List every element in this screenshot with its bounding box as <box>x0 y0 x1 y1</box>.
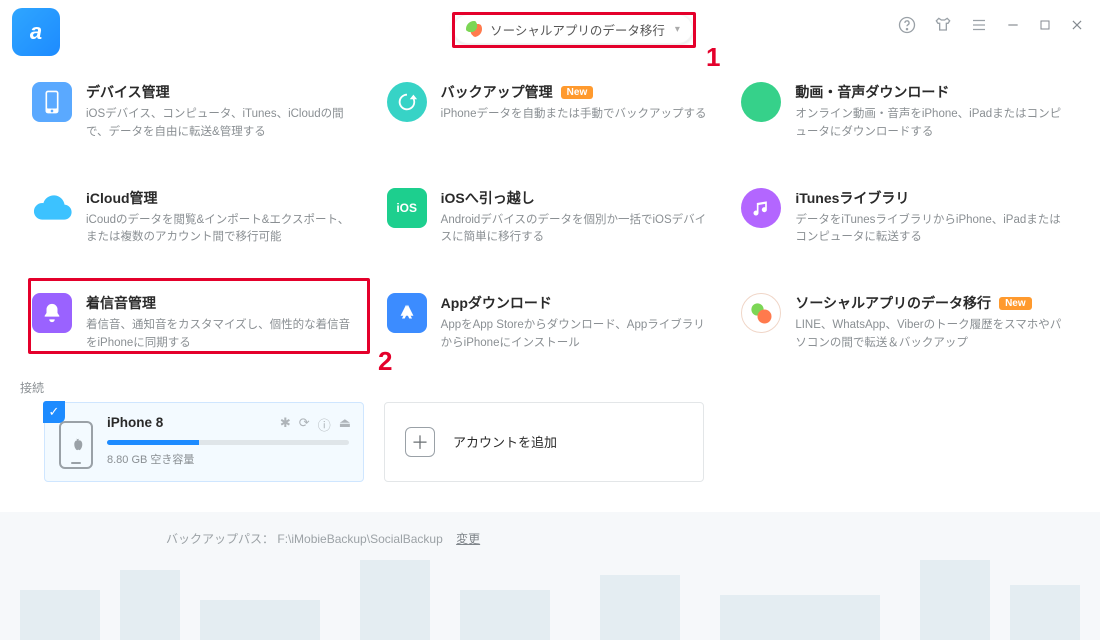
info-icon[interactable]: ⓘ <box>318 415 331 434</box>
card-title: デバイス管理 <box>86 82 355 102</box>
card-move-to-ios[interactable]: iOS iOSへ引っ越し Androidデバイスのデータを個別か一括でiOSデバ… <box>385 184 716 254</box>
ios-icon: iOS <box>387 188 427 228</box>
card-media-download[interactable]: 動画・音声ダウンロード オンライン動画・音声をiPhone、iPadまたはコンピ… <box>739 78 1070 148</box>
social-icon <box>466 21 482 37</box>
background-panel: バックアップパス： F:\iMobieBackup\SocialBackup 変… <box>0 512 1100 640</box>
card-itunes-library[interactable]: iTunesライブラリ データをiTunesライブラリからiPhone、iPad… <box>739 184 1070 254</box>
menu-icon[interactable] <box>968 14 990 36</box>
card-desc: iPhoneデータを自動または手動でバックアップする <box>441 106 710 124</box>
eject-icon[interactable]: ⏏ <box>339 415 351 434</box>
add-account-label: アカウントを追加 <box>453 432 557 451</box>
skyline-decoration <box>0 530 1100 640</box>
refresh-icon[interactable]: ⟳ <box>299 415 310 434</box>
skin-icon[interactable] <box>932 14 954 36</box>
card-title: 動画・音声ダウンロード <box>795 82 1064 102</box>
card-social-data[interactable]: ソーシャルアプリのデータ移行 New LINE、WhatsApp、Viberのト… <box>739 289 1070 359</box>
add-account-card[interactable]: ＋ アカウントを追加 <box>384 402 704 482</box>
card-desc: Androidデバイスのデータを個別か一括でiOSデバイスに簡単に移行する <box>441 212 710 248</box>
music-icon <box>741 188 781 228</box>
card-title: iOSへ引っ越し <box>441 188 710 208</box>
plus-icon: ＋ <box>405 427 435 457</box>
download-icon <box>741 82 781 122</box>
phone-icon <box>32 82 72 122</box>
bell-icon <box>32 293 72 333</box>
storage-bar <box>107 440 349 445</box>
connection-label: 接続 <box>0 365 1100 402</box>
chevron-down-icon: ▾ <box>675 24 680 35</box>
badge-new: New <box>561 86 594 99</box>
check-icon: ✓ <box>43 401 65 423</box>
social-icon <box>741 293 781 333</box>
card-backup-manager[interactable]: バックアップ管理 New iPhoneデータを自動または手動でバックアップする <box>385 78 716 148</box>
card-desc: オンライン動画・音声をiPhone、iPadまたはコンピュータにダウンロードする <box>795 106 1064 142</box>
device-action-icons: ✱ ⟳ ⓘ ⏏ <box>280 415 351 434</box>
storage-text: 8.80 GB 空き容量 <box>107 451 349 467</box>
gear-icon[interactable]: ✱ <box>280 415 291 434</box>
card-desc: iOSデバイス、コンピュータ、iTunes、iCloudの間で、データを自由に転… <box>86 106 355 142</box>
card-title: バックアップ管理 New <box>441 82 710 102</box>
annotation-number-2: 2 <box>378 346 392 377</box>
cloud-icon <box>32 188 72 228</box>
card-app-download[interactable]: Appダウンロード AppをApp Storeからダウンロード、Appライブラリ… <box>385 289 716 359</box>
card-desc: データをiTunesライブラリからiPhone、iPadまたはコンピュータに転送… <box>795 212 1064 248</box>
card-title: iCloud管理 <box>86 188 355 208</box>
card-device-manager[interactable]: デバイス管理 iOSデバイス、コンピュータ、iTunes、iCloudの間で、デ… <box>30 78 361 148</box>
titlebar-controls <box>896 14 1086 36</box>
card-title: ソーシャルアプリのデータ移行 New <box>795 293 1064 313</box>
card-icloud-manager[interactable]: iCloud管理 iCoudのデータを閲覧&インポート&エクスポート、または複数… <box>30 184 361 254</box>
minimize-button[interactable] <box>1004 16 1022 34</box>
appstore-icon <box>387 293 427 333</box>
backup-icon <box>387 82 427 122</box>
device-thumb-icon <box>59 421 93 469</box>
card-title: 着信音管理 <box>86 293 355 313</box>
card-title: Appダウンロード <box>441 293 710 313</box>
feature-grid: デバイス管理 iOSデバイス、コンピュータ、iTunes、iCloudの間で、デ… <box>0 58 1100 365</box>
app-logo: a <box>12 8 60 56</box>
device-row: ✓ iPhone 8 ✱ ⟳ ⓘ ⏏ 8.80 GB 空き容量 ＋ アカウントを… <box>0 402 1100 482</box>
card-ringtone-manager[interactable]: 着信音管理 着信音、通知音をカスタマイズし、個性的な着信音をiPhoneに同期す… <box>30 289 361 359</box>
badge-new: New <box>999 297 1032 310</box>
maximize-button[interactable] <box>1036 16 1054 34</box>
card-desc: iCoudのデータを閲覧&インポート&エクスポート、または複数のアカウント間で移… <box>86 212 355 248</box>
close-button[interactable] <box>1068 16 1086 34</box>
card-title: iTunesライブラリ <box>795 188 1064 208</box>
mode-dropdown-label: ソーシャルアプリのデータ移行 <box>490 20 665 39</box>
app-window: a ソーシャルアプリのデータ移行 ▾ <box>0 0 1100 640</box>
device-card[interactable]: ✓ iPhone 8 ✱ ⟳ ⓘ ⏏ 8.80 GB 空き容量 <box>44 402 364 482</box>
card-desc: LINE、WhatsApp、Viberのトーク履歴をスマホやパソコンの間で転送＆… <box>795 317 1064 353</box>
help-icon[interactable] <box>896 14 918 36</box>
title-bar: a ソーシャルアプリのデータ移行 ▾ <box>0 0 1100 58</box>
annotation-number-1: 1 <box>706 42 720 73</box>
mode-dropdown[interactable]: ソーシャルアプリのデータ移行 ▾ <box>453 14 693 44</box>
card-desc: 着信音、通知音をカスタマイズし、個性的な着信音をiPhoneに同期する <box>86 317 355 353</box>
card-desc: AppをApp Storeからダウンロード、AppライブラリからiPhoneにイ… <box>441 317 710 353</box>
